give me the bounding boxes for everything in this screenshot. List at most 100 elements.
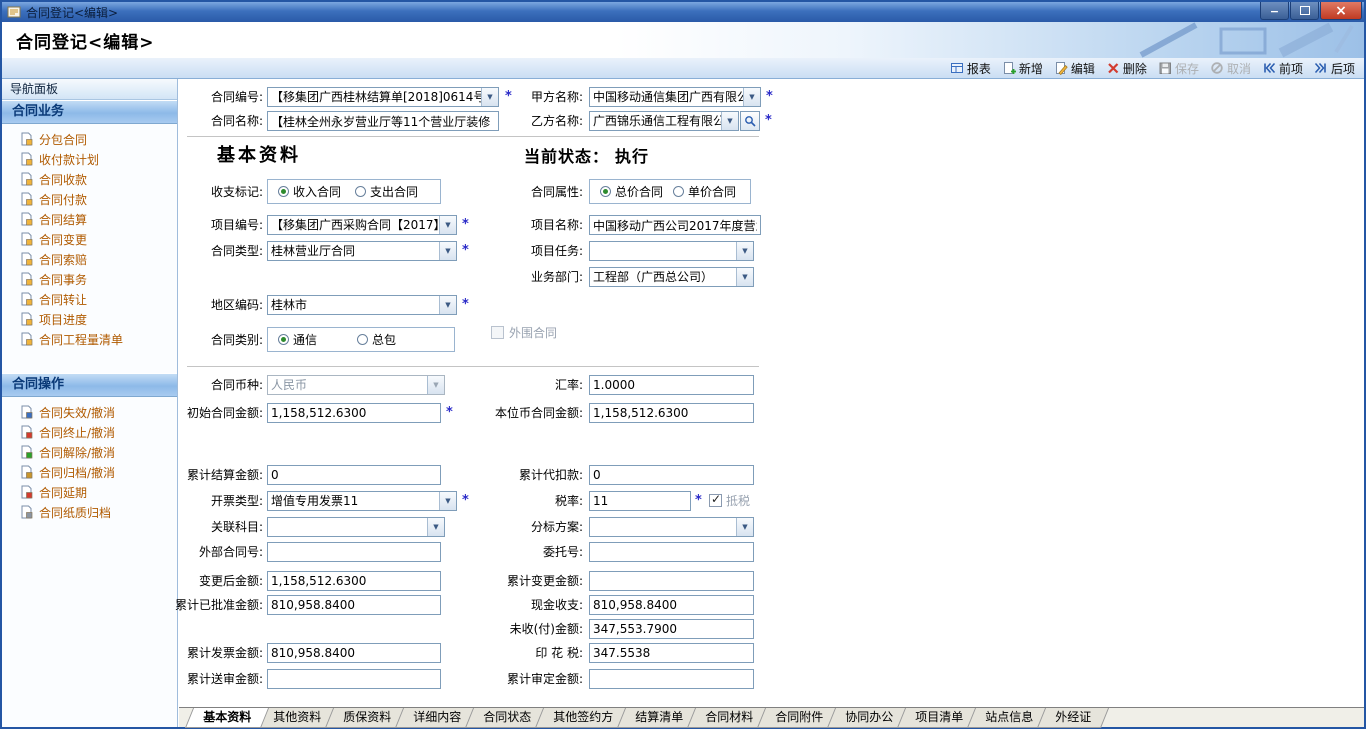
bottom-tab-5[interactable]: 其他签约方	[535, 708, 631, 728]
tax-deduct-checkbox[interactable]	[709, 494, 722, 507]
bid-plan-combo[interactable]	[589, 517, 754, 537]
change-total-input[interactable]	[589, 571, 754, 591]
radio-expense-contract[interactable]: 支出合同	[355, 183, 418, 200]
contract-no-combo[interactable]: 【移集团广西桂林结算单[2018]0614号】	[267, 87, 499, 107]
chevron-down-icon[interactable]	[439, 492, 456, 510]
sidebar-item[interactable]: 合同工程量清单	[2, 329, 177, 349]
contract-type-combo[interactable]: 桂林营业厅合同	[267, 241, 457, 261]
approved-total-input[interactable]	[267, 595, 441, 615]
changed-amount-input[interactable]	[267, 571, 441, 591]
edit-button[interactable]: 编辑	[1051, 59, 1098, 77]
titlebar: 合同登记<编辑>	[2, 2, 1364, 22]
sidebar-item[interactable]: 合同纸质归档	[2, 502, 177, 522]
sidebar-item[interactable]: 合同终止/撤消	[2, 422, 177, 442]
settled-amount-input[interactable]	[267, 465, 441, 485]
external-contract-checkbox	[491, 326, 504, 339]
doc-icon	[20, 272, 33, 286]
project-no-label: 项目编号:	[211, 215, 263, 235]
party-a-combo[interactable]: 中国移动通信集团广西有限公司桂	[589, 87, 761, 107]
close-button[interactable]	[1320, 2, 1362, 20]
required-marker: *	[462, 295, 469, 315]
radio-label: 通信	[293, 331, 317, 348]
next-button[interactable]: 后项	[1311, 59, 1358, 77]
party-b-lookup-button[interactable]	[740, 111, 760, 131]
sidebar-item[interactable]: 合同结算	[2, 209, 177, 229]
initial-amount-input[interactable]	[267, 403, 441, 423]
withheld-amount-input[interactable]	[589, 465, 754, 485]
contract-name-input[interactable]	[267, 111, 499, 131]
delete-button[interactable]: 删除	[1103, 59, 1150, 77]
maximize-button[interactable]	[1290, 2, 1319, 20]
region-code-combo[interactable]: 桂林市	[267, 295, 457, 315]
chevron-down-icon[interactable]	[736, 518, 753, 536]
radio-total-price[interactable]: 总价合同	[600, 183, 663, 200]
bottom-tab-0[interactable]: 基本资料	[185, 708, 269, 728]
radio-unit-price[interactable]: 单价合同	[673, 183, 736, 200]
header-art	[1126, 22, 1356, 58]
project-name-label: 项目名称:	[531, 215, 583, 235]
radio-on-icon	[600, 186, 611, 197]
tab-label: 合同材料	[705, 708, 753, 727]
sidebar-item-label: 合同工程量清单	[39, 331, 123, 348]
stamp-tax-input[interactable]	[589, 643, 754, 663]
radio-telecom[interactable]: 通信	[278, 331, 317, 348]
unreceived-input[interactable]	[589, 619, 754, 639]
project-name-input[interactable]	[589, 215, 761, 235]
header-band: 合同登记<编辑>	[2, 22, 1364, 58]
sidebar-item[interactable]: 合同失效/撤消	[2, 402, 177, 422]
related-subject-combo[interactable]	[267, 517, 445, 537]
sidebar-item[interactable]: 合同归档/撤消	[2, 462, 177, 482]
doc-icon	[20, 465, 33, 479]
invoice-type-combo[interactable]: 增值专用发票11	[267, 491, 457, 511]
external-no-input[interactable]	[267, 542, 441, 562]
sidebar-item[interactable]: 合同收款	[2, 169, 177, 189]
chevron-down-icon[interactable]	[743, 88, 760, 106]
radio-label: 总包	[372, 331, 396, 348]
sidebar-item[interactable]: 合同变更	[2, 229, 177, 249]
review-total-input[interactable]	[267, 669, 441, 689]
tax-rate-input[interactable]	[589, 491, 691, 511]
project-no-combo[interactable]: 【移集团广西采购合同【2017】10	[267, 215, 457, 235]
contract-no-label: 合同编号:	[211, 87, 263, 107]
radio-income-contract[interactable]: 收入合同	[278, 183, 341, 200]
base-amount-input[interactable]	[589, 403, 754, 423]
chevron-down-icon[interactable]	[736, 242, 753, 260]
chevron-down-icon[interactable]	[439, 216, 456, 234]
report-button[interactable]: 报表	[947, 59, 994, 77]
chevron-down-icon[interactable]	[439, 242, 456, 260]
exchange-rate-input[interactable]	[589, 375, 754, 395]
project-task-combo[interactable]	[589, 241, 754, 261]
chevron-down-icon[interactable]	[439, 296, 456, 314]
contract-no-value: 【移集团广西桂林结算单[2018]0614号】	[268, 88, 481, 106]
sidebar-item[interactable]: 合同事务	[2, 269, 177, 289]
sidebar-item[interactable]: 合同解除/撤消	[2, 442, 177, 462]
radio-general[interactable]: 总包	[357, 331, 396, 348]
page-title: 合同登记<编辑>	[16, 28, 155, 53]
chevron-down-icon[interactable]	[736, 268, 753, 286]
chevron-down-icon[interactable]	[721, 112, 738, 130]
sidebar-item[interactable]: 合同付款	[2, 189, 177, 209]
sidebar-item[interactable]: 合同转让	[2, 289, 177, 309]
entrust-no-input[interactable]	[589, 542, 754, 562]
cash-flow-input[interactable]	[589, 595, 754, 615]
invoice-total-input[interactable]	[267, 643, 441, 663]
sidebar-item[interactable]: 项目进度	[2, 309, 177, 329]
sidebar-item[interactable]: 合同索赔	[2, 249, 177, 269]
bottom-tab-12[interactable]: 外经证	[1037, 708, 1109, 728]
audit-total-input[interactable]	[589, 669, 754, 689]
business-dept-combo[interactable]: 工程部（广西总公司）	[589, 267, 754, 287]
section-contract-business[interactable]: 合同业务	[2, 100, 177, 124]
section-contract-operations[interactable]: 合同操作	[2, 373, 177, 397]
minimize-button[interactable]	[1260, 2, 1289, 20]
unreceived-label: 未收(付)金额:	[510, 619, 583, 639]
party-b-combo[interactable]: 广西锦乐通信工程有限公司	[589, 111, 739, 131]
new-button[interactable]: 新增	[999, 59, 1046, 77]
prev-button[interactable]: 前项	[1259, 59, 1306, 77]
sidebar-item[interactable]: 收付款计划	[2, 149, 177, 169]
sidebar-item[interactable]: 合同延期	[2, 482, 177, 502]
chevron-down-icon[interactable]	[427, 518, 444, 536]
sidebar-item-label: 合同纸质归档	[39, 504, 111, 521]
chevron-down-icon[interactable]	[481, 88, 498, 106]
sidebar-item[interactable]: 分包合同	[2, 129, 177, 149]
sidebar: 导航面板 合同业务 分包合同收付款计划合同收款合同付款合同结算合同变更合同索赔合…	[2, 79, 178, 727]
